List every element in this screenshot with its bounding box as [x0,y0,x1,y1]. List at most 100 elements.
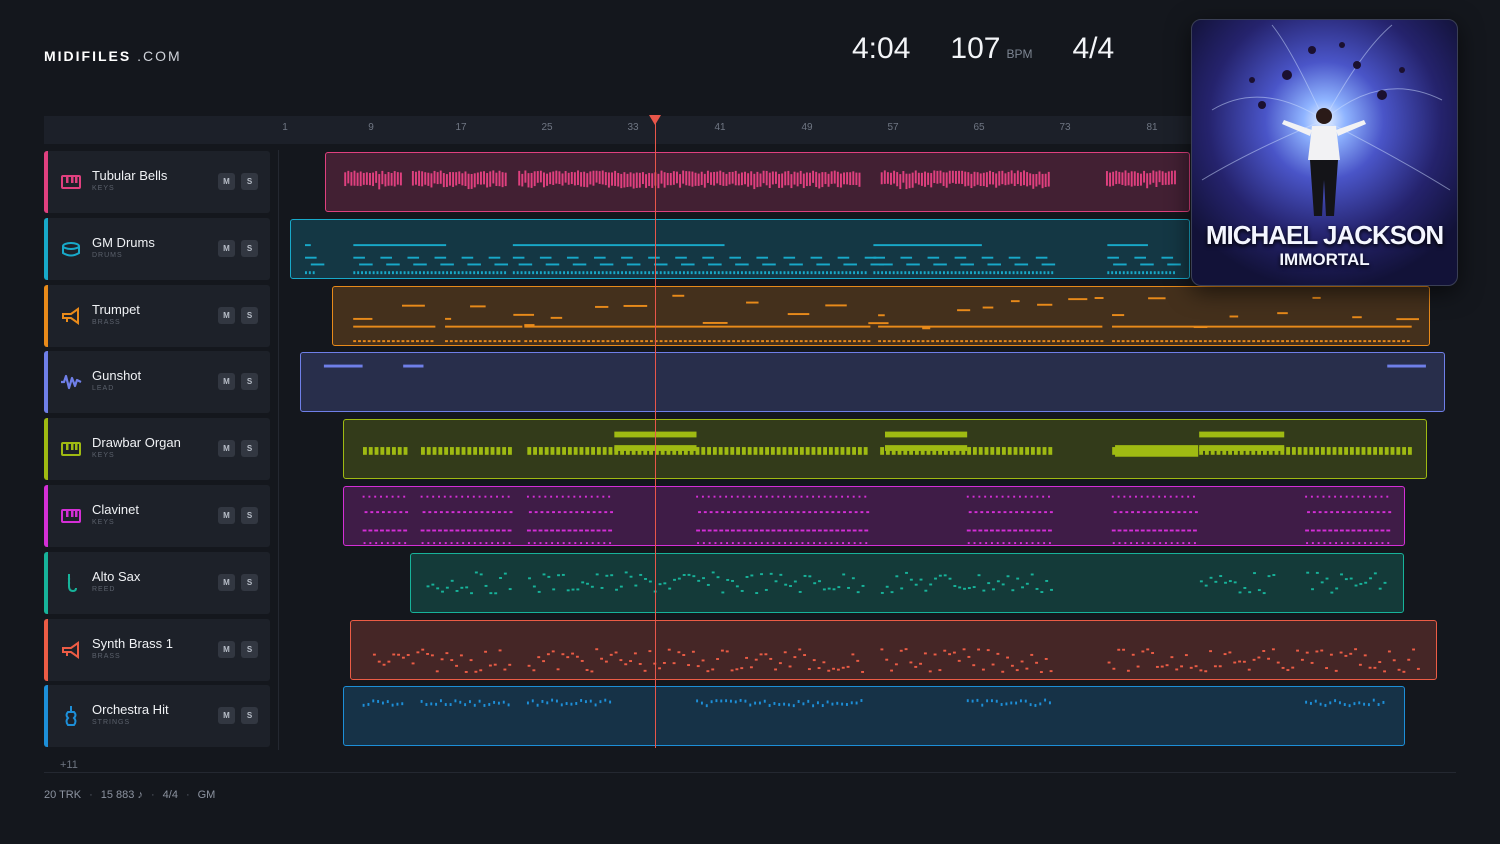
time-display: 4:04 [852,32,911,65]
ruler-bar-label: 33 [627,122,639,133]
note-count: 15 883 ♪ [100,789,143,801]
track-color-stripe [44,685,48,748]
track-color-stripe [44,618,48,681]
mute-button[interactable]: M [218,640,235,658]
track-category: BRASS [92,652,121,660]
ruler-bar-label: 57 [887,122,899,133]
midi-clip[interactable] [290,218,1190,279]
piano-keys-icon [60,438,82,460]
ruler-bar-label: 1 [282,122,288,133]
track-name[interactable]: Drawbar Organ [92,435,181,450]
track-name[interactable]: Tubular Bells [92,168,167,183]
ruler-bar-label: 65 [973,122,985,133]
note-pattern [426,571,1387,595]
solo-button[interactable]: S [241,707,258,725]
solo-button[interactable]: S [241,507,258,524]
solo-button[interactable]: S [241,573,258,591]
playhead-handle[interactable] [649,115,661,125]
mute-button[interactable]: M [218,707,235,725]
track-header-drawbar-organ[interactable]: Drawbar Organ KEYS M S [44,418,270,481]
brand-name: MIDIFILES [44,48,132,64]
trumpet-icon [60,305,82,327]
album-artist: MICHAEL JACKSON [1205,220,1444,250]
track-category: KEYS [92,519,115,526]
mute-button[interactable]: M [218,373,235,391]
midi-clip[interactable] [350,619,1437,680]
brand-suffix: .COM [137,48,182,64]
track-color-stripe [44,485,48,547]
meter-display: 4/4 [1072,32,1115,65]
midi-clip[interactable] [343,486,1405,546]
midi-clip[interactable] [410,552,1404,613]
track-header-orchestra-hit[interactable]: Orchestra Hit STRINGS M S [44,685,270,748]
track-name[interactable]: Synth Brass 1 [92,636,173,651]
album-title: IMMORTAL [1279,250,1370,269]
track-header-trumpet[interactable]: Trumpet BRASS M S [44,284,270,347]
track-color-stripe [44,217,48,280]
note-pattern [353,294,1420,342]
track-name[interactable]: Orchestra Hit [92,702,169,717]
track-color-stripe [44,418,48,481]
track-header-tubular-bells[interactable]: Tubular Bells KEYS M S [44,151,270,213]
track-header-alto-sax[interactable]: Alto Sax REED M S [44,551,270,614]
midi-clip[interactable] [343,419,1427,480]
footer-status: 20 TRK · 15 883 ♪ · 4/4 · GM [44,789,216,801]
mute-button[interactable]: M [218,306,235,324]
mute-button[interactable]: M [218,573,235,591]
track-header-gm-drums[interactable]: GM Drums DRUMS M S [44,217,270,280]
ruler-bar-label: 17 [455,122,467,133]
track-header-synth-brass-1[interactable]: Synth Brass 1 BRASS M S [44,618,270,681]
note-pattern [344,170,1176,190]
track-name[interactable]: Trumpet [92,302,140,317]
mute-button[interactable]: M [218,507,235,524]
mute-button[interactable]: M [218,173,235,190]
waveform-icon [60,371,82,393]
mute-button[interactable]: M [218,440,235,458]
note-pattern [362,495,1392,545]
solo-button[interactable]: S [241,306,258,324]
track-name[interactable]: Gunshot [92,368,141,383]
playhead[interactable] [655,116,656,748]
transport-stats: 4:04 107 BPM 4/4 [852,32,1114,66]
track-color-stripe [44,351,48,414]
more-tracks-indicator[interactable]: +11 [60,759,78,771]
track-name[interactable]: GM Drums [92,235,155,250]
track-color-stripe [44,551,48,614]
track-category: KEYS [92,185,115,192]
track-header-clavinet[interactable]: Clavinet KEYS M S [44,485,270,547]
track-count: 20 TRK [44,789,82,801]
tempo-unit: BPM [1006,47,1033,61]
solo-button[interactable]: S [241,239,258,257]
track-name[interactable]: Alto Sax [92,569,140,584]
tempo-value: 107 [950,32,1001,65]
trumpet-icon [60,639,82,661]
track-name[interactable]: Clavinet [92,502,139,517]
performer-silhouette [1282,108,1366,216]
brand-logo: MIDIFILES .COM [44,48,182,64]
track-category: DRUMS [92,251,123,259]
lane-divider [278,150,279,750]
album-cover: MICHAEL JACKSON IMMORTAL [1191,19,1458,286]
track-category: STRINGS [92,719,131,727]
track-category: REED [92,585,116,593]
note-pattern [372,647,1420,673]
solo-button[interactable]: S [241,373,258,391]
track-header-gunshot[interactable]: Gunshot LEAD M S [44,351,270,414]
ruler-bar-label: 49 [801,122,813,133]
midi-clip[interactable] [300,352,1445,413]
mute-button[interactable]: M [218,239,235,257]
midi-clip[interactable] [325,152,1190,212]
piano-keys-icon [60,505,82,527]
midi-standard: GM [197,789,216,801]
ruler-bar-label: 73 [1059,122,1071,133]
track-color-stripe [44,151,48,213]
midi-clip[interactable] [343,686,1405,747]
midi-clip[interactable] [332,285,1430,346]
solo-button[interactable]: S [241,640,258,658]
track-category: KEYS [92,452,115,460]
solo-button[interactable]: S [241,173,258,190]
note-pattern [362,699,1385,708]
ruler-bar-label: 25 [541,122,553,133]
note-pattern [323,364,1426,368]
solo-button[interactable]: S [241,440,258,458]
